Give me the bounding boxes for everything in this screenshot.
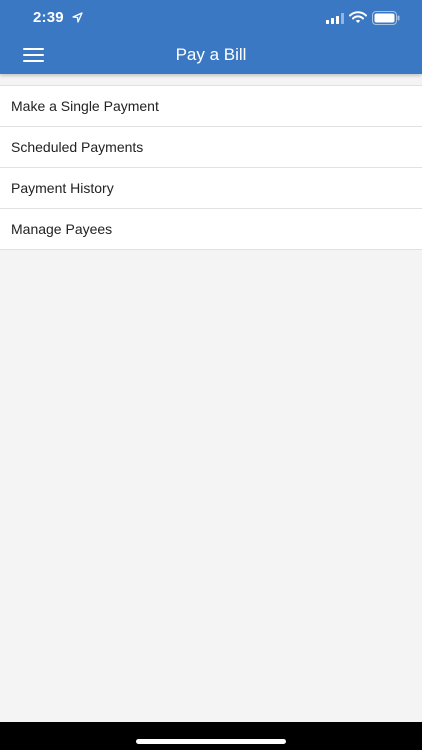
location-arrow-icon bbox=[72, 12, 83, 23]
home-area bbox=[0, 722, 422, 750]
menu-item-payment-history[interactable]: Payment History bbox=[0, 168, 422, 209]
menu-item-scheduled-payments[interactable]: Scheduled Payments bbox=[0, 127, 422, 168]
screen: 2:39 Pay a Bill Make a Single Payment Sc bbox=[0, 0, 422, 750]
menu-item-manage-payees[interactable]: Manage Payees bbox=[0, 209, 422, 250]
hamburger-menu-icon[interactable] bbox=[22, 45, 46, 65]
nav-bar: Pay a Bill bbox=[0, 36, 422, 74]
payment-menu-list: Make a Single Payment Scheduled Payments… bbox=[0, 85, 422, 250]
wifi-icon bbox=[349, 11, 367, 23]
home-indicator[interactable] bbox=[136, 739, 286, 744]
menu-item-make-single-payment[interactable]: Make a Single Payment bbox=[0, 86, 422, 127]
status-time: 2:39 bbox=[33, 9, 64, 26]
cellular-signal-icon bbox=[326, 13, 344, 24]
status-bar: 2:39 bbox=[0, 0, 422, 36]
battery-icon bbox=[372, 11, 400, 25]
page-title: Pay a Bill bbox=[175, 45, 247, 64]
